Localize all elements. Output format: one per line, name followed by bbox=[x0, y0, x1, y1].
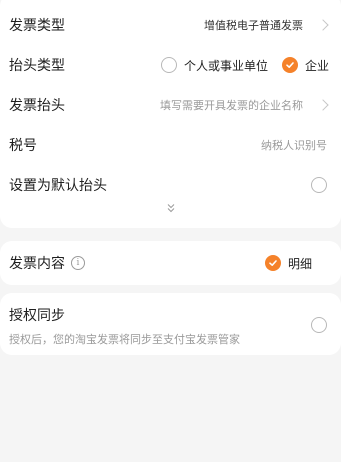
radio-checked-icon bbox=[265, 255, 281, 271]
authorization-card: 授权同步 授权后，您的淘宝发票将同步至支付宝发票管家 bbox=[0, 293, 341, 355]
invoice-title-row[interactable]: 发票抬头 填写需要开具发票的企业名称 bbox=[0, 85, 341, 125]
title-type-option-company[interactable]: 企业 bbox=[282, 57, 329, 74]
authorization-description: 授权后，您的淘宝发票将同步至支付宝发票管家 bbox=[9, 333, 240, 346]
invoice-title-label: 发票抬头 bbox=[9, 98, 65, 114]
invoice-type-value: 增值税电子普通发票 bbox=[204, 19, 303, 32]
chevron-right-icon bbox=[317, 99, 329, 111]
invoice-content-option-detail-label: 明细 bbox=[288, 256, 313, 271]
title-type-option-personal-label: 个人或事业单位 bbox=[184, 58, 269, 73]
invoice-title-input[interactable]: 填写需要开具发票的企业名称 bbox=[160, 97, 303, 113]
authorization-radio[interactable] bbox=[311, 317, 327, 333]
invoice-content-row: 发票内容 i 明细 bbox=[0, 243, 341, 283]
tax-id-input[interactable]: 纳税人识别号 bbox=[261, 137, 327, 153]
tax-id-row: 税号 纳税人识别号 bbox=[0, 125, 341, 165]
radio-unchecked-icon bbox=[161, 57, 177, 73]
invoice-type-row[interactable]: 发票类型 增值税电子普通发票 bbox=[0, 5, 341, 45]
expand-toggle[interactable] bbox=[0, 202, 341, 216]
invoice-content-label-group: 发票内容 i bbox=[9, 253, 85, 273]
radio-checked-icon bbox=[282, 57, 298, 73]
set-default-radio[interactable] bbox=[311, 177, 327, 193]
set-default-label: 设置为默认抬头 bbox=[9, 178, 107, 194]
chevron-right-icon bbox=[317, 19, 329, 31]
title-type-label: 抬头类型 bbox=[9, 58, 65, 74]
invoice-content-label: 发票内容 bbox=[9, 256, 65, 272]
title-type-option-company-label: 企业 bbox=[305, 58, 330, 73]
invoice-content-option-detail[interactable]: 明细 bbox=[265, 255, 312, 272]
authorization-title: 授权同步 bbox=[9, 308, 65, 324]
info-icon[interactable]: i bbox=[71, 256, 85, 270]
tax-id-label: 税号 bbox=[9, 138, 37, 154]
invoice-type-label: 发票类型 bbox=[9, 18, 65, 34]
invoice-form-card: 发票类型 增值税电子普通发票 抬头类型 个人或事业单位 企业 发票抬头 填写需要… bbox=[0, 0, 341, 228]
title-type-row: 抬头类型 个人或事业单位 企业 bbox=[0, 45, 341, 85]
title-type-option-personal[interactable]: 个人或事业单位 bbox=[161, 57, 268, 74]
double-chevron-down-icon bbox=[167, 204, 174, 213]
set-default-row: 设置为默认抬头 bbox=[0, 165, 341, 205]
invoice-content-card: 发票内容 i 明细 bbox=[0, 241, 341, 285]
